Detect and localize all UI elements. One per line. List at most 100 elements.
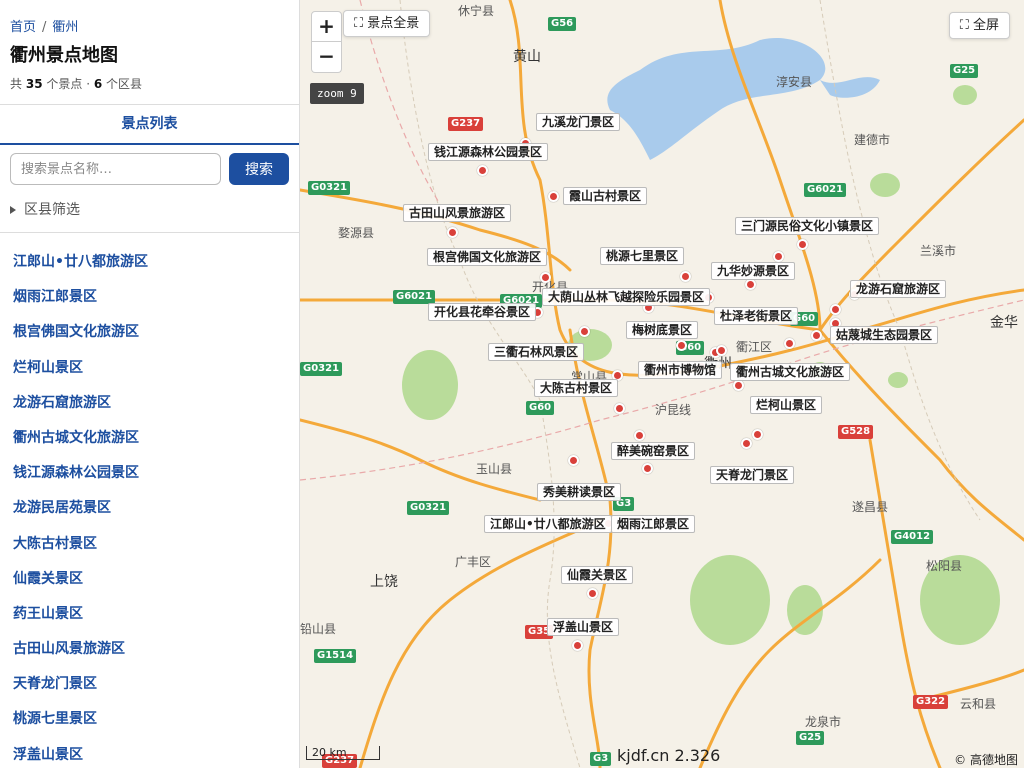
spot-marker[interactable]: [784, 338, 795, 349]
spot-label[interactable]: 衢州古城文化旅游区: [730, 363, 851, 381]
breadcrumb-current[interactable]: 衢州: [52, 20, 78, 35]
spot-marker[interactable]: [642, 463, 653, 474]
fit-all-button[interactable]: ⛶ 景点全景: [343, 10, 431, 37]
place-huangshan: 黄山: [513, 49, 541, 65]
list-item[interactable]: 天脊龙门景区: [0, 667, 299, 702]
spot-marker[interactable]: [741, 438, 752, 449]
zoom-in-button[interactable]: +: [311, 11, 342, 42]
spot-marker[interactable]: [676, 340, 687, 351]
breadcrumb-home[interactable]: 首页: [10, 20, 36, 35]
map-view[interactable]: 黄山 淳安县 建德市 婺源县 兰溪市 金华 开化县 衢州 衢江区 常山县 玉山县…: [300, 0, 1024, 768]
list-item[interactable]: 根宫佛国文化旅游区: [0, 315, 299, 350]
spot-marker[interactable]: [572, 640, 583, 651]
list-item[interactable]: 浮盖山景区: [0, 738, 299, 768]
spot-marker[interactable]: [579, 326, 590, 337]
spot-label[interactable]: 三门源民俗文化小镇景区: [735, 217, 880, 235]
spot-marker[interactable]: [587, 588, 598, 599]
list-item[interactable]: 大陈古村景区: [0, 527, 299, 562]
spot-marker[interactable]: [614, 403, 625, 414]
spot-marker[interactable]: [548, 191, 559, 202]
spot-label[interactable]: 烂柯山景区: [750, 396, 823, 414]
spot-label[interactable]: 开化县花牵谷景区: [428, 303, 537, 321]
spot-marker[interactable]: [568, 455, 579, 466]
district-filter-label: 区县筛选: [24, 202, 80, 218]
spot-marker[interactable]: [680, 271, 691, 282]
spot-label[interactable]: 秀美耕读景区: [537, 483, 622, 501]
list-item[interactable]: 烟雨江郎景区: [0, 280, 299, 315]
place-songyang: 松阳县: [926, 559, 963, 573]
place-qianshan: 铅山县: [300, 622, 337, 636]
zoom-out-button[interactable]: −: [311, 42, 342, 73]
tab-spot-list[interactable]: 景点列表: [0, 105, 299, 145]
spot-label[interactable]: 大荫山丛林飞越探险乐园景区: [542, 288, 711, 306]
stats-spots: 35: [25, 77, 43, 91]
list-item[interactable]: 桃源七里景区: [0, 702, 299, 737]
spot-label[interactable]: 醉美碗窑景区: [611, 442, 696, 460]
spot-marker[interactable]: [477, 165, 488, 176]
place-longquan: 龙泉市: [805, 715, 842, 729]
spot-marker[interactable]: [540, 272, 551, 283]
road-shield: G237: [448, 117, 484, 131]
spot-label[interactable]: 杜泽老街景区: [714, 307, 799, 325]
spot-label[interactable]: 古田山风景旅游区: [403, 204, 512, 222]
spot-marker[interactable]: [716, 345, 727, 356]
list-item[interactable]: 龙游石窟旅游区: [0, 386, 299, 421]
search-input[interactable]: [10, 153, 221, 185]
spot-label[interactable]: 九溪龙门景区: [536, 113, 621, 131]
road-shield: G322: [913, 695, 949, 709]
spot-label[interactable]: 江郎山•廿八都旅游区: [484, 515, 612, 533]
spot-marker[interactable]: [811, 330, 822, 341]
spot-list: 江郎山•廿八都旅游区 烟雨江郎景区 根宫佛国文化旅游区 烂柯山景区 龙游石窟旅游…: [0, 233, 299, 768]
spot-marker[interactable]: [752, 429, 763, 440]
spot-label[interactable]: 根宫佛国文化旅游区: [427, 248, 548, 266]
list-item[interactable]: 烂柯山景区: [0, 351, 299, 386]
spot-label[interactable]: 姑蔑城生态园景区: [830, 326, 939, 344]
list-item[interactable]: 药王山景区: [0, 597, 299, 632]
road-shield: G4012: [891, 530, 934, 544]
spot-label[interactable]: 梅树底景区: [626, 321, 699, 339]
spot-label[interactable]: 天脊龙门景区: [710, 466, 795, 484]
spot-marker[interactable]: [797, 239, 808, 250]
search-button[interactable]: 搜索: [229, 153, 289, 185]
spot-label[interactable]: 九华妙源景区: [711, 262, 796, 280]
road-shield: G56: [548, 17, 577, 31]
place-suichang: 遂昌县: [852, 500, 889, 514]
breadcrumb: 首页 / 衢州: [0, 0, 299, 35]
spot-label[interactable]: 龙游石窟旅游区: [850, 280, 947, 298]
spot-label[interactable]: 浮盖山景区: [547, 618, 620, 636]
map-attribution[interactable]: © 高德地图: [954, 751, 1018, 768]
list-item[interactable]: 钱江源森林公园景区: [0, 456, 299, 491]
spot-marker[interactable]: [733, 380, 744, 391]
list-item[interactable]: 衢州古城文化旅游区: [0, 421, 299, 456]
place-yunhe: 云和县: [960, 697, 997, 711]
fullscreen-button[interactable]: ⛶ 全屏: [948, 12, 1010, 39]
stats-prefix: 共: [10, 77, 23, 91]
spot-label[interactable]: 霞山古村景区: [563, 187, 648, 205]
spot-label[interactable]: 三衢石林风景区: [488, 343, 585, 361]
spot-label[interactable]: 仙霞关景区: [561, 566, 634, 584]
place-jinhua: 金华: [990, 315, 1018, 331]
spot-marker[interactable]: [745, 279, 756, 290]
place-wuyuan: 婺源县: [338, 226, 375, 240]
road-shield: G6021: [393, 290, 436, 304]
spot-marker[interactable]: [773, 251, 784, 262]
spot-label[interactable]: 桃源七里景区: [600, 247, 685, 265]
list-item[interactable]: 龙游民居苑景区: [0, 491, 299, 526]
road-shield: G60: [526, 401, 555, 415]
spot-marker[interactable]: [830, 304, 841, 315]
spot-label[interactable]: 烟雨江郎景区: [611, 515, 696, 533]
spot-label[interactable]: 大陈古村景区: [534, 379, 619, 397]
list-item[interactable]: 江郎山•廿八都旅游区: [0, 245, 299, 280]
zoom-level-badge: zoom 9: [310, 83, 364, 104]
road-shield: G0321: [308, 181, 351, 195]
road-shield: G0321: [407, 501, 450, 515]
list-item[interactable]: 仙霞关景区: [0, 562, 299, 597]
district-filter[interactable]: 区县筛选: [0, 185, 299, 233]
spot-marker[interactable]: [447, 227, 458, 238]
spot-marker[interactable]: [634, 430, 645, 441]
list-item[interactable]: 古田山风景旅游区: [0, 632, 299, 667]
app: 首页 / 衢州 衢州景点地图 共 35 个景点 · 6 个区县 景点列表 搜索 区县…: [0, 0, 1024, 768]
place-huxian: 沪昆线: [655, 403, 692, 417]
spot-label[interactable]: 衢州市博物馆: [638, 361, 723, 379]
spot-label[interactable]: 钱江源森林公园景区: [428, 143, 549, 161]
